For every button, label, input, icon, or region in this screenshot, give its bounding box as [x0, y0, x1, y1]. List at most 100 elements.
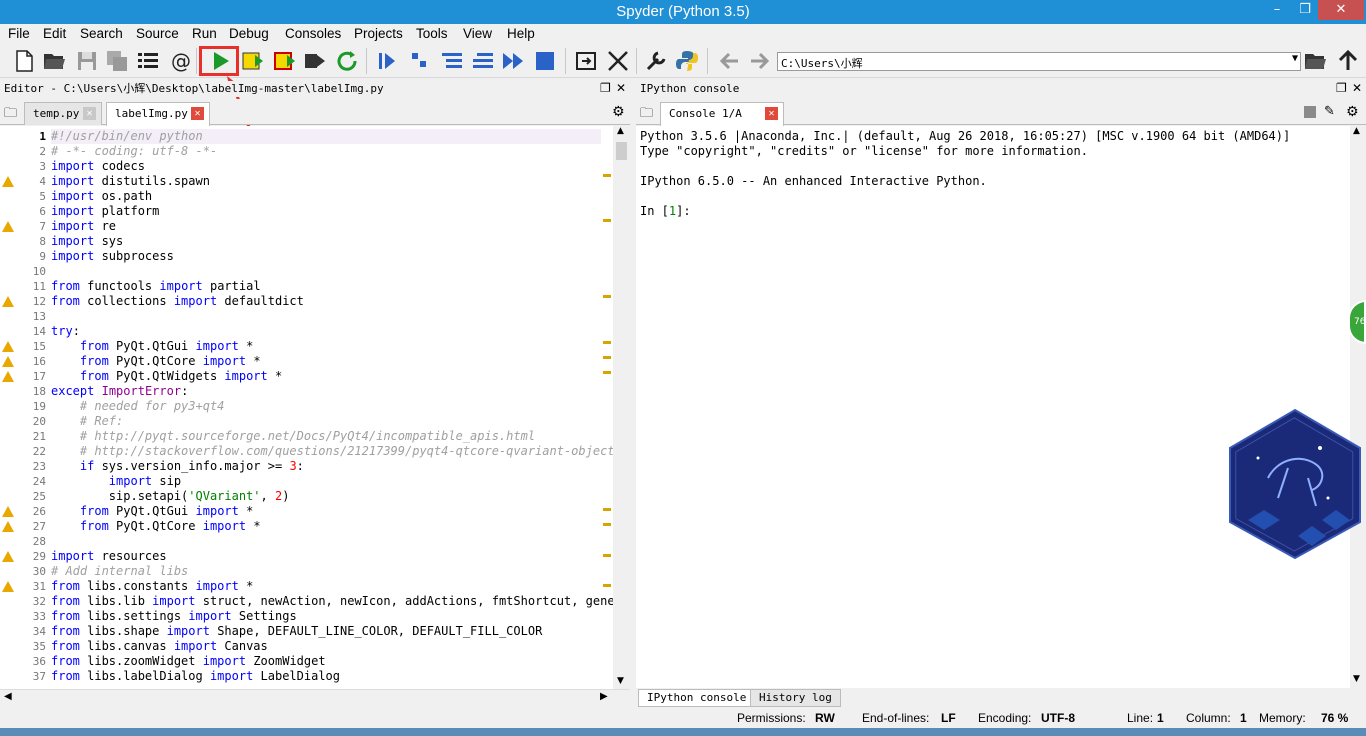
code-editor[interactable]: 1 2 3 4 5 6 7 8 9 10 11 12 13 14 15 16 17 18 19 20 21 22 23 24 2… [0, 126, 630, 689]
undock-icon[interactable]: ❐ [1336, 81, 1347, 95]
menu-tools[interactable]: Tools [416, 26, 448, 41]
open-file-icon[interactable] [42, 49, 66, 73]
close-tab-icon[interactable]: ✕ [83, 107, 96, 120]
warning-marker[interactable] [603, 219, 611, 223]
close-pane-icon[interactable]: ✕ [616, 81, 626, 95]
at-icon[interactable]: @ [168, 49, 192, 73]
close-tab-icon[interactable]: ✕ [191, 107, 204, 120]
scroll-right-icon[interactable]: ▶ [600, 691, 608, 702]
menu-file[interactable]: File [8, 26, 30, 41]
eraser-icon[interactable]: ✎ [1324, 104, 1335, 119]
back-arrow-icon[interactable] [718, 49, 742, 73]
warning-icon[interactable] [2, 581, 14, 592]
warning-icon[interactable] [2, 296, 14, 307]
menu-source[interactable]: Source [136, 26, 179, 41]
line-number: 3 [39, 160, 46, 173]
code-line: from libs.constants import * [51, 579, 254, 593]
menu-search[interactable]: Search [80, 26, 123, 41]
python-path-icon[interactable] [675, 49, 699, 73]
continue-icon[interactable] [501, 49, 525, 73]
gear-icon[interactable]: ⚙ [1346, 104, 1359, 120]
save-all-icon[interactable] [105, 49, 129, 73]
tab-console-1a[interactable]: Console 1/A ✕ [660, 102, 784, 126]
code-line: from libs.labelDialog import LabelDialog [51, 669, 341, 683]
warning-marker[interactable] [603, 508, 611, 511]
stop-icon[interactable] [533, 49, 557, 73]
line-number: 32 [32, 595, 46, 608]
stop-kernel-icon[interactable] [1304, 106, 1316, 118]
restore-button[interactable]: ❐ [1290, 0, 1320, 20]
maximize-pane-icon[interactable] [574, 49, 598, 73]
scroll-left-icon[interactable]: ◀ [4, 691, 12, 702]
code-line: except ImportError: [51, 384, 189, 398]
menu-consoles[interactable]: Consoles [285, 26, 341, 41]
fullscreen-icon[interactable] [606, 49, 630, 73]
warning-marker[interactable] [603, 295, 611, 299]
menu-projects[interactable]: Projects [354, 26, 403, 41]
scroll-thumb[interactable] [616, 142, 627, 160]
eol-label: End-of-lines: [862, 711, 930, 725]
forward-arrow-icon[interactable] [747, 49, 771, 73]
warning-marker[interactable] [603, 371, 611, 375]
close-button[interactable]: ✕ [1318, 0, 1364, 20]
debug-icon[interactable] [375, 49, 399, 73]
tab-labelimg-py[interactable]: labelImg.py ✕ [106, 102, 210, 126]
warning-marker[interactable] [603, 584, 611, 587]
tools-icon[interactable] [644, 49, 668, 73]
menu-view[interactable]: View [463, 26, 492, 41]
editor-scrollbar[interactable]: ▲ ▼ [613, 126, 630, 689]
parent-dir-icon[interactable] [1336, 49, 1360, 73]
menu-run[interactable]: Run [192, 26, 217, 41]
browse-tabs-icon[interactable]: 🗀 [4, 104, 17, 126]
save-icon[interactable] [75, 49, 99, 73]
step-icon[interactable] [408, 49, 432, 73]
warning-marker[interactable] [603, 553, 611, 557]
undock-icon[interactable]: ❐ [600, 81, 611, 95]
warning-marker[interactable] [603, 340, 611, 344]
outline-icon[interactable] [136, 49, 160, 73]
console-title-text: IPython console [640, 82, 740, 95]
run-cell-advance-icon[interactable] [273, 49, 297, 73]
zodiac-widget[interactable] [1228, 408, 1362, 560]
chevron-down-icon[interactable]: ▼ [1292, 53, 1298, 64]
step-return-icon[interactable] [471, 49, 495, 73]
warning-icon[interactable] [2, 506, 14, 517]
browse-folder-icon[interactable] [1303, 49, 1327, 73]
minimize-button[interactable]: – [1262, 0, 1292, 20]
warning-icon[interactable] [2, 371, 14, 382]
working-directory-input[interactable]: C:\Users\小辉 ▼ [777, 52, 1301, 71]
warning-icon[interactable] [2, 521, 14, 532]
warning-icon[interactable] [2, 356, 14, 367]
line-label: Line: [1127, 711, 1154, 725]
code-line: from PyQt.QtWidgets import * [79, 369, 283, 383]
menu-edit[interactable]: Edit [43, 26, 66, 41]
scroll-up-icon[interactable]: ▲ [617, 126, 624, 136]
line-number: 7 [39, 220, 46, 233]
warning-marker[interactable] [603, 356, 611, 359]
tab-history-log[interactable]: History log [750, 689, 841, 707]
close-tab-icon[interactable]: ✕ [765, 107, 778, 120]
scroll-down-icon[interactable]: ▼ [617, 676, 624, 686]
warning-icon[interactable] [2, 176, 14, 187]
warning-marker[interactable] [603, 173, 611, 177]
close-pane-icon[interactable]: ✕ [1352, 81, 1362, 95]
tab-temp-py[interactable]: temp.py ✕ [24, 102, 102, 125]
horizontal-scrollbar[interactable]: ◀ ▶ [0, 689, 630, 706]
gear-icon[interactable]: ⚙ [612, 104, 625, 120]
warning-icon[interactable] [2, 221, 14, 232]
console-output[interactable]: Python 3.5.6 |Anaconda, Inc.| (default, … [636, 126, 1350, 688]
warning-marker[interactable] [603, 523, 611, 527]
menu-help[interactable]: Help [507, 26, 535, 41]
console-scrollbar[interactable]: ▲ ▼ [1350, 126, 1366, 688]
browse-tabs-icon[interactable]: 🗀 [640, 104, 653, 126]
new-file-icon[interactable] [12, 49, 36, 73]
warning-icon[interactable] [2, 341, 14, 352]
warning-icon[interactable] [2, 551, 14, 562]
run-selection-icon[interactable] [303, 49, 327, 73]
menu-debug[interactable]: Debug [229, 26, 269, 41]
scroll-down-icon[interactable]: ▼ [1353, 674, 1360, 684]
re-run-icon[interactable] [335, 49, 359, 73]
step-into-icon[interactable] [440, 49, 464, 73]
tab-ipython-console[interactable]: IPython console [638, 689, 756, 707]
scroll-up-icon[interactable]: ▲ [1353, 126, 1360, 136]
